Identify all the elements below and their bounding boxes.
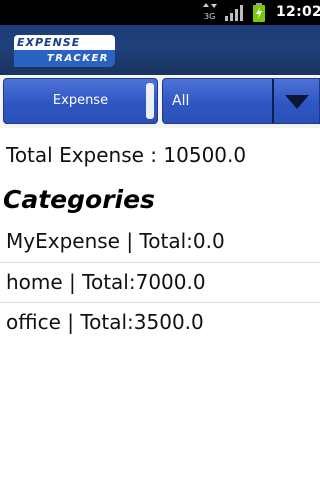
network-activity-icon: 3G [203,3,217,22]
button-edge-highlight [146,83,154,119]
dropdown-triangle-icon[interactable] [285,94,309,113]
expense-button-label: Expense [52,93,109,108]
category-label: home | Total:7000.0 [6,270,206,294]
filter-spinner[interactable]: All [162,78,320,124]
logo-bottom-text: TRACKER [14,50,115,67]
controls-row: Expense All [0,75,320,128]
status-bar: 3G 12:02 [0,0,320,25]
filter-selected-value: All [172,93,190,109]
status-clock: 12:02 [276,4,320,20]
expense-button[interactable]: Expense [3,78,158,124]
network-label: 3G [204,12,215,21]
category-list: MyExpense | Total:0.0 home | Total:7000.… [0,222,320,342]
category-item-myexpense[interactable]: MyExpense | Total:0.0 [0,222,320,262]
categories-heading: Categories [3,185,155,214]
logo-top-text: EXPENSE [14,35,115,50]
category-item-office[interactable]: office | Total:3500.0 [0,302,320,342]
battery-charging-icon [253,3,265,26]
category-label: MyExpense | Total:0.0 [6,229,225,253]
category-label: office | Total:3500.0 [6,310,204,334]
spinner-divider [272,79,274,123]
app-title-bar: EXPENSE TRACKER [0,25,320,75]
total-expense: Total Expense : 10500.0 [6,143,247,167]
category-item-home[interactable]: home | Total:7000.0 [0,262,320,302]
app-logo: EXPENSE TRACKER [14,35,115,67]
signal-bars-icon [225,5,243,25]
